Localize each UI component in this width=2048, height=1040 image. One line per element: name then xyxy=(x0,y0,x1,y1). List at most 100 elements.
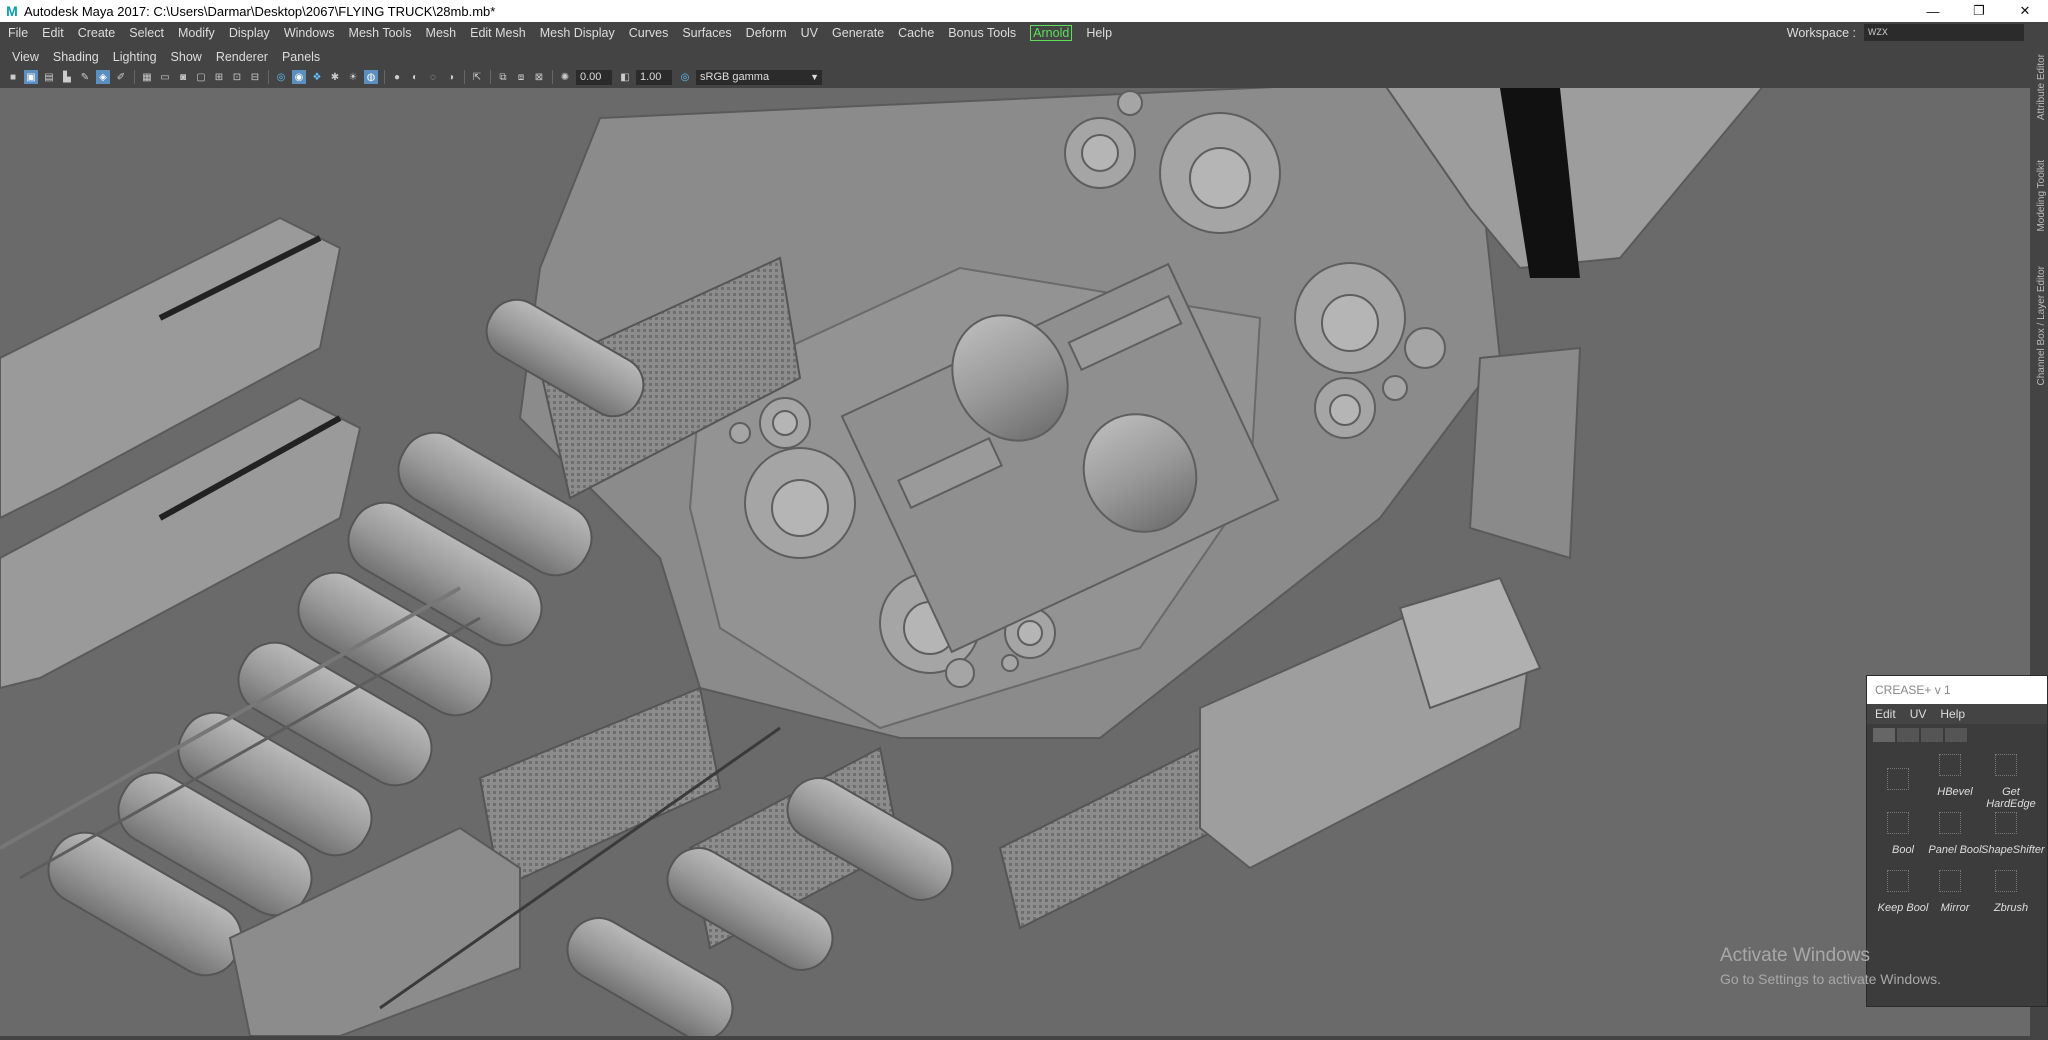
crease-tab-4[interactable] xyxy=(1945,728,1967,742)
modeling-toolkit-tab[interactable]: Modeling Toolkit xyxy=(2036,160,2047,232)
gamma-icon[interactable]: ◧ xyxy=(618,70,632,84)
watermark-title: Activate Windows xyxy=(1720,945,1870,966)
menu-generate[interactable]: Generate xyxy=(832,26,884,40)
keep-bool-icon xyxy=(1887,870,1909,892)
zbrush-icon xyxy=(1995,870,2017,892)
motion-blur-icon[interactable]: ◐ xyxy=(408,70,422,84)
anti-aliasing-icon[interactable]: ◌ xyxy=(426,70,440,84)
menu-modify[interactable]: Modify xyxy=(178,26,215,40)
lights-icon[interactable]: ☀ xyxy=(346,70,360,84)
field-chart-icon[interactable]: ⊞ xyxy=(212,70,226,84)
menu-help[interactable]: Help xyxy=(1086,26,1112,40)
textured-icon[interactable]: ✱ xyxy=(328,70,342,84)
gamma-field[interactable]: 1.00 xyxy=(636,69,672,85)
menu-windows[interactable]: Windows xyxy=(284,26,335,40)
menu-edit-mesh[interactable]: Edit Mesh xyxy=(470,26,526,40)
hbevel-icon xyxy=(1939,754,1961,776)
menu-cache[interactable]: Cache xyxy=(898,26,934,40)
close-button[interactable]: ✕ xyxy=(2002,0,2048,22)
menu-deform[interactable]: Deform xyxy=(746,26,787,40)
camera-icon[interactable]: ■ xyxy=(6,70,20,84)
chevron-down-icon: ▼ xyxy=(810,71,819,82)
menu-uv[interactable]: UV xyxy=(801,26,818,40)
hbevel-button[interactable]: HBevel xyxy=(1925,750,1977,804)
menu-mesh[interactable]: Mesh xyxy=(426,26,457,40)
menu-select[interactable]: Select xyxy=(129,26,164,40)
crease-title: CREASE+ v 1 xyxy=(1867,676,2047,704)
view-transform-select[interactable]: sRGB gamma ▼ xyxy=(696,69,822,85)
camera-attributes-icon[interactable]: ▣ xyxy=(24,70,38,84)
panel-menu-lighting[interactable]: Lighting xyxy=(113,50,157,64)
ambient-occlusion-icon[interactable]: ● xyxy=(390,70,404,84)
panel-menu-shading[interactable]: Shading xyxy=(53,50,99,64)
crease-tab-1[interactable] xyxy=(1873,728,1895,742)
keep-bool-button[interactable]: Keep Bool xyxy=(1873,866,1928,920)
gate-mask-icon[interactable]: ▢ xyxy=(194,70,208,84)
activate-windows-watermark: Activate Windows Go to Settings to activ… xyxy=(1720,945,1941,987)
color-management-icon[interactable]: ◎ xyxy=(678,70,692,84)
panel-menu-show[interactable]: Show xyxy=(171,50,202,64)
workspace-dropdown[interactable]: wzx xyxy=(1864,24,2024,41)
xray-icon[interactable]: ⧈ xyxy=(514,70,528,84)
select-camera-icon[interactable]: ⇱ xyxy=(470,70,484,84)
crease-menu-bar: Edit UV Help xyxy=(1867,704,2047,724)
get-hardedge-button[interactable]: Get HardEdge xyxy=(1981,750,2036,810)
shapeshifter-icon xyxy=(1995,812,2017,834)
crease-tab-2[interactable] xyxy=(1897,728,1919,742)
film-gate-icon[interactable]: ▭ xyxy=(158,70,172,84)
menu-mesh-tools[interactable]: Mesh Tools xyxy=(349,26,412,40)
panel-menu-panels[interactable]: Panels xyxy=(282,50,320,64)
menu-create[interactable]: Create xyxy=(78,26,116,40)
xray-joints-icon[interactable]: ⊠ xyxy=(532,70,546,84)
crease-tab-strip xyxy=(1873,728,2041,744)
panel-menu-renderer[interactable]: Renderer xyxy=(216,50,268,64)
mirror-icon xyxy=(1939,870,1961,892)
smooth-shade-icon[interactable]: ◉ xyxy=(292,70,306,84)
panel-menu-view[interactable]: View xyxy=(12,50,39,64)
menu-arnold[interactable]: Arnold xyxy=(1030,25,1073,41)
mirror-button[interactable]: Mirror xyxy=(1925,866,1977,920)
default-material-icon[interactable]: ❖ xyxy=(310,70,324,84)
crease-menu-help[interactable]: Help xyxy=(1940,707,1965,721)
zbrush-button[interactable]: Zbrush xyxy=(1981,866,2033,920)
grease-pencil-icon[interactable]: ◈ xyxy=(96,70,110,84)
main-menu-bar: File Edit Create Select Modify Display W… xyxy=(0,22,2030,44)
menu-curves[interactable]: Curves xyxy=(629,26,669,40)
3d-viewport[interactable] xyxy=(0,88,2030,1036)
wireframe-icon[interactable]: ◎ xyxy=(274,70,288,84)
pen-icon[interactable]: ✎ xyxy=(78,70,92,84)
depth-of-field-icon[interactable]: ◑ xyxy=(444,70,458,84)
menu-bonus-tools[interactable]: Bonus Tools xyxy=(948,26,1016,40)
bookmark-icon[interactable]: ▤ xyxy=(42,70,56,84)
edit-icon[interactable]: ✐ xyxy=(114,70,128,84)
shadows-icon[interactable]: ◍ xyxy=(364,70,378,84)
shapeshifter-button[interactable]: ShapeShifter xyxy=(1981,808,2045,862)
workspace-label: Workspace : xyxy=(1786,25,1856,40)
panel-bool-icon xyxy=(1939,812,1961,834)
menu-surfaces[interactable]: Surfaces xyxy=(682,26,731,40)
bool-button[interactable]: Bool xyxy=(1873,808,1925,862)
crease-tab-3[interactable] xyxy=(1921,728,1943,742)
image-plane-icon[interactable]: ▙ xyxy=(60,70,74,84)
bool-icon xyxy=(1887,812,1909,834)
menu-edit[interactable]: Edit xyxy=(42,26,64,40)
maximize-button[interactable]: ❐ xyxy=(1956,0,2002,22)
menu-display[interactable]: Display xyxy=(229,26,270,40)
crease-menu-uv[interactable]: UV xyxy=(1910,707,1927,721)
window-controls: — ❐ ✕ xyxy=(1910,0,2048,22)
attribute-editor-tab[interactable]: Attribute Editor xyxy=(2036,54,2047,120)
exposure-icon[interactable]: ✺ xyxy=(558,70,572,84)
menu-file[interactable]: File xyxy=(8,26,28,40)
minimize-button[interactable]: — xyxy=(1910,0,1956,22)
isolate-select-icon[interactable]: ⧉ xyxy=(496,70,510,84)
grid-icon[interactable]: ▦ xyxy=(140,70,154,84)
get-hardedge-icon xyxy=(1995,754,2017,776)
panel-bool-button[interactable]: Panel Bool xyxy=(1925,808,1982,862)
safe-action-icon[interactable]: ⊡ xyxy=(230,70,244,84)
resolution-gate-icon[interactable]: ◙ xyxy=(176,70,190,84)
safe-title-icon[interactable]: ⊟ xyxy=(248,70,262,84)
crease-menu-edit[interactable]: Edit xyxy=(1875,707,1896,721)
channel-box-tab[interactable]: Channel Box / Layer Editor xyxy=(2036,266,2047,386)
menu-mesh-display[interactable]: Mesh Display xyxy=(540,26,615,40)
exposure-field[interactable]: 0.00 xyxy=(576,69,612,85)
